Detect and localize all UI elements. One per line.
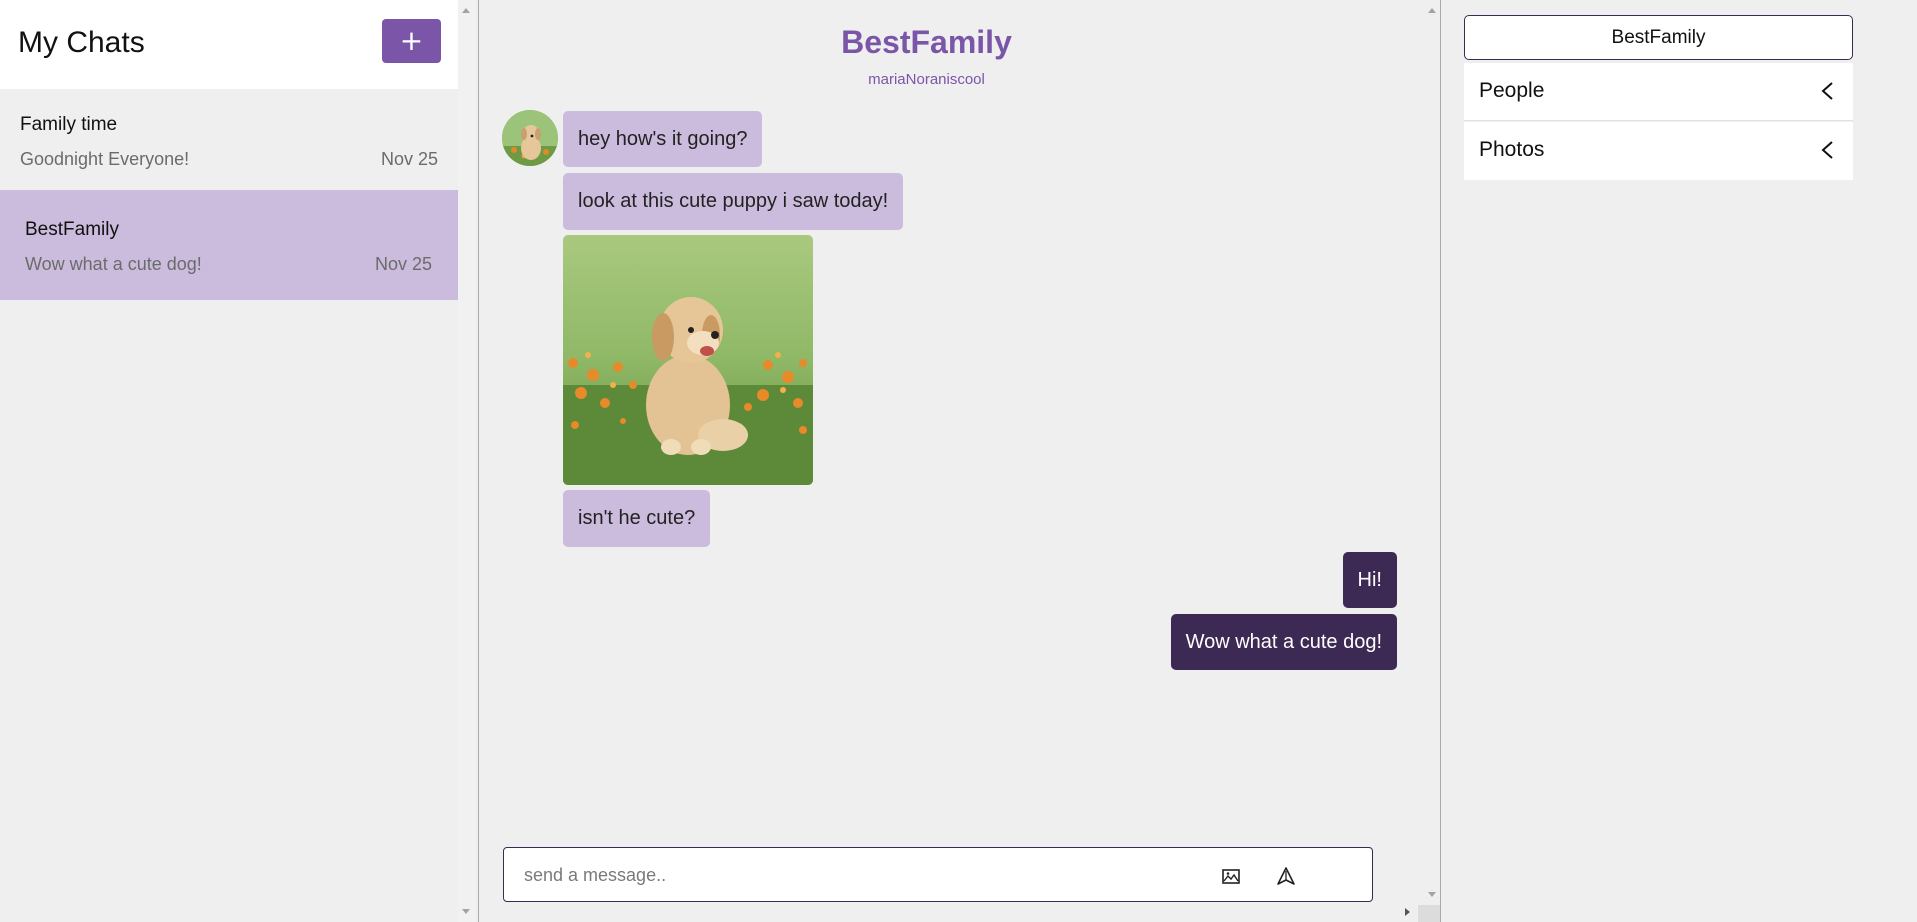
scroll-right-arrow-icon[interactable] (1405, 908, 1410, 916)
chat-list-item-family-time[interactable]: Family time Goodnight Everyone! Nov 25 (0, 90, 458, 195)
chat-date: Nov 25 (380, 149, 438, 169)
chevron-left-icon (1821, 82, 1833, 100)
chat-preview: Wow what a cute dog! (25, 254, 202, 274)
chat-preview: Goodnight Everyone! (20, 149, 190, 169)
people-section-toggle[interactable]: People (1464, 63, 1853, 121)
sidebar-scrollbar[interactable] (458, 0, 475, 922)
incoming-message: hey how's it going? (563, 111, 763, 167)
send-icon[interactable] (1272, 862, 1300, 890)
photos-section-toggle[interactable]: Photos (1464, 122, 1853, 180)
scroll-up-arrow-icon[interactable] (1428, 8, 1436, 13)
section-label: Photos (1479, 138, 1545, 161)
chat-scrollbar[interactable] (1424, 0, 1441, 905)
sidebar-header: My Chats + (0, 0, 458, 89)
chat-title: BestFamily (841, 24, 1012, 60)
chat-name: Family time (20, 114, 118, 135)
message-composer (503, 847, 1373, 902)
chevron-left-icon (1821, 141, 1833, 159)
send-icon-svg (1277, 867, 1295, 885)
chat-subtitle: mariaNoraniscool (868, 71, 985, 88)
puppy-photo (563, 235, 813, 485)
incoming-message: look at this cute puppy i saw today! (563, 173, 904, 230)
new-chat-button[interactable]: + (382, 19, 441, 63)
chat-date: Nov 25 (374, 254, 432, 274)
group-name-button[interactable]: BestFamily (1464, 15, 1853, 60)
image-icon-svg (1222, 869, 1240, 884)
puppy-avatar-icon (502, 110, 558, 166)
image-icon[interactable] (1217, 862, 1245, 890)
incoming-message: isn't he cute? (563, 490, 711, 547)
scroll-down-arrow-icon[interactable] (462, 909, 470, 914)
puppy-photo-message[interactable] (563, 235, 813, 485)
avatar (502, 110, 558, 166)
divider (478, 0, 479, 922)
chat-name: BestFamily (25, 219, 119, 240)
scrollbar-corner (1418, 905, 1440, 922)
chat-list-item-bestfamily[interactable]: BestFamily Wow what a cute dog! Nov 25 (0, 190, 458, 300)
section-label: People (1479, 79, 1545, 102)
sidebar-title: My Chats (18, 26, 145, 59)
chat-list-sidebar: My Chats + Family time Goodnight Everyon… (0, 0, 458, 922)
scroll-up-arrow-icon[interactable] (462, 8, 470, 13)
outgoing-message: Hi! (1342, 552, 1397, 608)
scroll-down-arrow-icon[interactable] (1428, 892, 1436, 897)
divider (1440, 0, 1441, 922)
message-input[interactable] (524, 860, 1204, 890)
outgoing-message: Wow what a cute dog! (1170, 614, 1397, 670)
